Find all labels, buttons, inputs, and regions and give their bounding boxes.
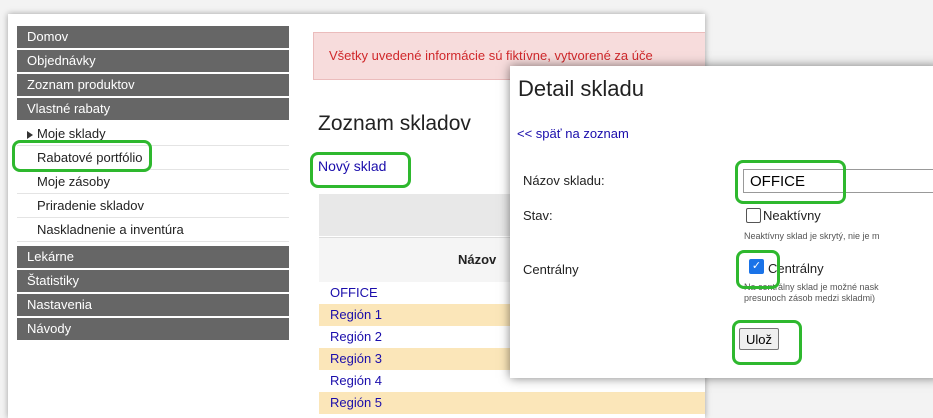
- detail-dialog: Detail skladu << späť na zoznam Názov sk…: [510, 66, 933, 378]
- sidebar-item-nastavenia[interactable]: Nastavenia: [17, 294, 289, 316]
- name-field[interactable]: [743, 169, 933, 193]
- new-warehouse-link[interactable]: Nový sklad: [318, 158, 386, 174]
- sidebar-subitem-label: Moje zásoby: [37, 174, 110, 189]
- page-title: Zoznam skladov: [318, 112, 471, 135]
- sidebar-item-domov[interactable]: Domov: [17, 26, 289, 48]
- sidebar-item-vlastne-rabaty[interactable]: Vlastné rabaty: [17, 98, 289, 120]
- sidebar-subitem-label: Rabatové portfólio: [37, 150, 143, 165]
- sidebar-item-label: Zoznam produktov: [27, 77, 135, 92]
- sidebar-subitem-moje-sklady[interactable]: Moje sklady: [17, 122, 289, 146]
- sidebar-item-label: Štatistiky: [27, 273, 80, 288]
- sidebar-subitem-naskladnenie[interactable]: Naskladnenie a inventúra: [17, 218, 289, 242]
- save-button[interactable]: Ulož: [739, 328, 780, 350]
- central-label: Centrálny: [523, 262, 579, 277]
- sidebar-item-zoznam-produktov[interactable]: Zoznam produktov: [17, 74, 289, 96]
- table-row[interactable]: Región 5: [319, 392, 705, 414]
- central-checkbox-label: Centrálny: [768, 261, 824, 276]
- sidebar-subitem-label: Priradenie skladov: [37, 198, 144, 213]
- name-label: Názov skladu:: [523, 173, 605, 188]
- sidebar-subitem-rabatove-portfolio[interactable]: Rabatové portfólio: [17, 146, 289, 170]
- inactive-checkbox-label: Neaktívny: [763, 208, 821, 223]
- sidebar-subitem-moje-zasoby[interactable]: Moje zásoby: [17, 170, 289, 194]
- sidebar-item-lekarne[interactable]: Lekárne: [17, 246, 289, 268]
- sidebar-item-label: Objednávky: [27, 53, 96, 68]
- sidebar-item-label: Vlastné rabaty: [27, 101, 111, 116]
- sidebar: Domov Objednávky Zoznam produktov Vlastn…: [17, 26, 289, 342]
- sidebar-item-label: Domov: [27, 29, 69, 44]
- sidebar-item-label: Lekárne: [27, 249, 74, 264]
- sidebar-subitem-label: Naskladnenie a inventúra: [37, 222, 184, 237]
- back-to-list-link[interactable]: << späť na zoznam: [517, 126, 629, 141]
- sidebar-item-navody[interactable]: Návody: [17, 318, 289, 340]
- sidebar-subitem-label: Moje sklady: [37, 126, 106, 141]
- sidebar-item-label: Nastavenia: [27, 297, 93, 312]
- sidebar-subitem-priradenie-skladov[interactable]: Priradenie skladov: [17, 194, 289, 218]
- sidebar-item-statistiky[interactable]: Štatistiky: [17, 270, 289, 292]
- central-hint-line1: Na centrálny sklad je možné nask: [744, 282, 879, 292]
- dialog-title: Detail skladu: [518, 76, 644, 101]
- checkmark-icon: ✓: [751, 260, 762, 272]
- inactive-hint: Neaktívny sklad je skrytý, nie je m: [744, 231, 880, 241]
- status-label: Stav:: [523, 208, 553, 223]
- alert-text: Všetky uvedené informácie sú fiktívne, v…: [329, 48, 653, 63]
- central-checkbox[interactable]: ✓: [749, 259, 764, 274]
- inactive-checkbox[interactable]: [746, 208, 761, 223]
- central-hint-line2: presunoch zásob medzi skladmi): [744, 293, 876, 303]
- sidebar-item-objednavky[interactable]: Objednávky: [17, 50, 289, 72]
- sidebar-item-label: Návody: [27, 321, 72, 336]
- caret-right-icon: [27, 130, 33, 139]
- column-header-name[interactable]: Názov: [458, 252, 496, 267]
